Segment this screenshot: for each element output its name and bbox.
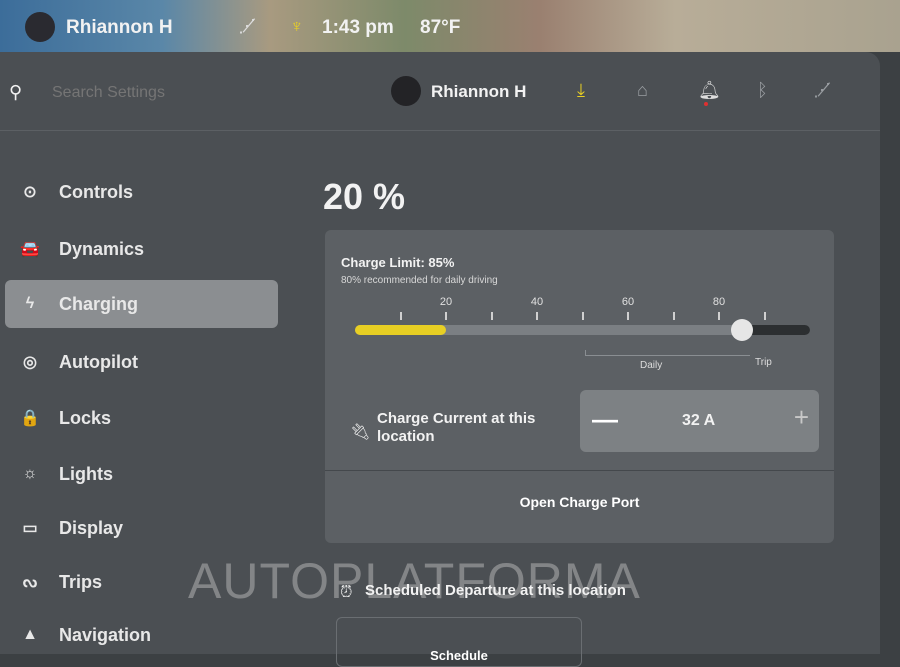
sun-icon: ☼ (22, 465, 38, 482)
sidebar-item-label: Locks (59, 407, 112, 428)
slider-tick (536, 312, 538, 320)
slider-tick-label: 80 (712, 296, 726, 308)
steering-wheel-icon: ◎ (23, 354, 37, 371)
sidebar-item-controls[interactable]: ⊙ Controls (5, 168, 278, 216)
status-user-name[interactable]: Rhiannon H (66, 17, 173, 39)
sidebar-item-charging[interactable]: ϟ Charging (5, 280, 278, 328)
plug-icon: 🔌︎ (350, 424, 371, 441)
sidebar-item-locks[interactable]: 🔒 Locks (5, 394, 278, 442)
open-charge-port-button[interactable]: Open Charge Port (325, 494, 834, 510)
display-icon: ▭ (22, 520, 38, 537)
alarm-clock-icon: ⏰︎ (340, 584, 353, 601)
temperature: 87°F (420, 17, 461, 38)
sidebar-item-navigation[interactable]: ▲ Navigation (5, 611, 278, 659)
slider-tick-label: 60 (621, 296, 635, 308)
car-icon: 🚘 (20, 241, 40, 258)
bolt-icon: ϟ (25, 295, 35, 312)
slider-tick-label: 40 (530, 296, 544, 308)
sidebar-item-label: Autopilot (59, 351, 138, 372)
no-signal-icon: ⋰̸ (238, 16, 256, 36)
increase-current-button[interactable]: + (794, 402, 809, 433)
status-bar: Rhiannon H ⋰̸ ♆ 1:43 pm 87°F (0, 0, 900, 52)
slider-tick (627, 312, 629, 320)
row-divider (325, 470, 834, 471)
slider-tick (763, 312, 766, 320)
sidebar-item-lights[interactable]: ☼ Lights (5, 450, 278, 498)
battery-level: 20 % (323, 176, 406, 217)
download-icon[interactable]: ⤓ (577, 80, 585, 101)
sentry-icon[interactable]: ♆ (290, 16, 304, 37)
sidebar-item-label: Trips (59, 571, 103, 592)
slider-tick (490, 312, 493, 320)
slider-tick-label: 20 (439, 296, 453, 308)
watermark: AUTOPLATFORMA (188, 553, 641, 609)
slider-tick (581, 312, 584, 320)
garage-icon[interactable]: ⌂ (637, 80, 648, 101)
avatar[interactable] (391, 76, 421, 106)
sidebar-item-label: Controls (59, 181, 133, 202)
profile-name[interactable]: Rhiannon H (431, 82, 526, 102)
charge-current-label: Charge Current at this location (377, 410, 536, 445)
sidebar-item-label: Navigation (59, 624, 152, 645)
slider-tick (399, 312, 402, 320)
charge-current-value: 32 A (682, 412, 716, 429)
trips-icon: ᔓ (22, 574, 38, 591)
schedule-button[interactable]: Schedule (336, 617, 582, 667)
charge-recommendation: 80% recommended for daily driving (341, 275, 498, 286)
trip-label: Trip (755, 357, 772, 368)
sidebar-item-dynamics[interactable]: 🚘 Dynamics (5, 225, 278, 273)
no-signal-icon: ⋰̸ (813, 80, 831, 100)
decrease-current-button[interactable]: — (592, 404, 618, 435)
avatar[interactable] (25, 12, 55, 42)
slider-tick (445, 312, 447, 320)
toggle-icon: ⊙ (23, 184, 37, 201)
sidebar-item-autopilot[interactable]: ◎ Autopilot (5, 338, 278, 386)
scheduled-departure-label: Scheduled Departure at this location (365, 582, 626, 599)
charge-limit-label: Charge Limit: 85% (341, 255, 455, 270)
sidebar-item-label: Display (59, 517, 124, 538)
lock-icon: 🔒 (20, 410, 40, 427)
charge-current-stepper: — 32 A + (580, 390, 819, 452)
header-divider (0, 130, 880, 131)
daily-label: Daily (640, 360, 663, 371)
sidebar-item-label: Dynamics (59, 238, 145, 259)
sidebar-item-label: Charging (59, 293, 138, 314)
navigation-icon: ▲ (22, 626, 38, 643)
notification-dot (704, 102, 708, 106)
slider-tick (672, 312, 675, 320)
battery-fill (355, 325, 446, 335)
slider-tick (718, 312, 720, 320)
daily-range-bracket (585, 350, 750, 356)
bell-icon[interactable]: 🔔︎ (698, 80, 721, 106)
slider-handle[interactable] (730, 319, 753, 341)
clock: 1:43 pm (322, 17, 394, 38)
sidebar-item-label: Lights (59, 463, 113, 484)
bluetooth-icon[interactable]: ᛒ (757, 80, 768, 101)
search-input[interactable] (52, 84, 202, 102)
search-icon[interactable]: ⚲ (9, 82, 22, 103)
sidebar-item-display[interactable]: ▭ Display (5, 504, 278, 552)
